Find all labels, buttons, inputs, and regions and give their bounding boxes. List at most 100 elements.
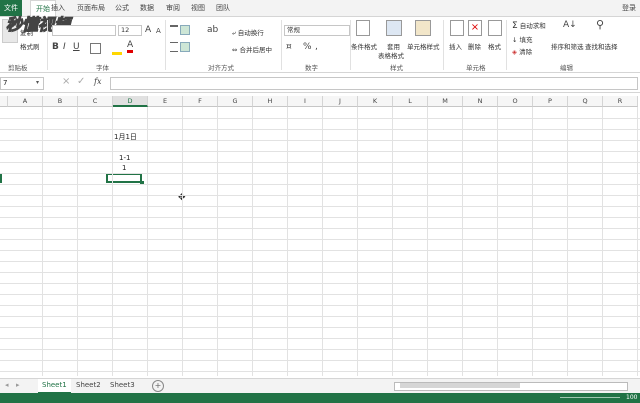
column-header-o[interactable]: O: [498, 96, 533, 107]
add-sheet-button[interactable]: +: [152, 380, 164, 392]
column-header-q[interactable]: Q: [568, 96, 603, 107]
select-all-corner[interactable]: [0, 96, 8, 107]
insert-cells-icon[interactable]: [450, 20, 464, 36]
enter-icon[interactable]: ✓: [77, 76, 85, 87]
sheet-tab-3[interactable]: Sheet3: [106, 379, 139, 392]
cell-d-text[interactable]: 1-1: [119, 154, 130, 162]
scrollbar-thumb[interactable]: [400, 383, 520, 388]
grid-hline: [0, 162, 640, 163]
sort-filter-button[interactable]: 排序和筛选: [551, 41, 584, 51]
grid-vline: [462, 107, 463, 376]
merge-center-button[interactable]: ⇔ 合并后居中: [232, 44, 272, 54]
grid-hline: [0, 338, 640, 339]
format-painter-button[interactable]: 格式刷: [20, 41, 40, 51]
grid-hline: [0, 305, 640, 306]
cancel-icon[interactable]: ×: [62, 76, 70, 87]
zoom-slider[interactable]: [560, 397, 620, 398]
conditional-format-icon[interactable]: [356, 20, 370, 36]
column-header-h[interactable]: H: [253, 96, 288, 107]
scroll-right-icon[interactable]: ▸: [16, 381, 20, 389]
number-format-select[interactable]: 常规: [284, 25, 350, 36]
italic-button[interactable]: I: [63, 42, 66, 52]
grid-hline: [0, 371, 640, 372]
column-header-e[interactable]: E: [148, 96, 183, 107]
wrap-text-label: 自动换行: [237, 29, 264, 37]
bold-button[interactable]: B: [52, 42, 59, 52]
column-header-p[interactable]: P: [533, 96, 568, 107]
autosum-label: 自动求和: [519, 22, 546, 30]
column-header-j[interactable]: J: [323, 96, 358, 107]
login-link[interactable]: 登录: [622, 0, 636, 16]
divider: [443, 20, 444, 70]
tab-team[interactable]: 团队: [216, 0, 230, 16]
zoom-level[interactable]: 100: [626, 393, 637, 403]
currency-icon[interactable]: ¤: [286, 42, 292, 52]
border-icon[interactable]: [90, 43, 101, 54]
fill-color-icon[interactable]: [112, 43, 122, 55]
fill-label: 填充: [519, 36, 533, 44]
insert-cells-button[interactable]: 插入: [449, 41, 462, 51]
namebox-dropdown-icon[interactable]: ▾: [36, 79, 39, 86]
column-header-n[interactable]: N: [463, 96, 498, 107]
grid-hline: [0, 327, 640, 328]
clipboard-group-label: 剪贴板: [8, 64, 28, 72]
delete-cells-button[interactable]: 删除: [468, 41, 481, 51]
worksheet-grid[interactable]: 1月1日 1-1 1 ✥ ABCDEFGHIJKLMNOPQR: [0, 96, 640, 376]
font-size-select[interactable]: 12: [118, 25, 142, 36]
column-header-k[interactable]: K: [358, 96, 393, 107]
scroll-left-icon[interactable]: ◂: [5, 381, 9, 389]
tab-view[interactable]: 视图: [191, 0, 205, 16]
grid-vline: [602, 107, 603, 376]
column-header-i[interactable]: I: [288, 96, 323, 107]
format-table-icon[interactable]: [386, 20, 402, 36]
grid-hline: [0, 294, 640, 295]
column-header-m[interactable]: M: [428, 96, 463, 107]
format-cells-icon[interactable]: [488, 20, 502, 36]
cell-styles-icon[interactable]: [415, 20, 431, 36]
clear-label: 清除: [519, 48, 533, 56]
sort-filter-icon[interactable]: A↓: [563, 20, 577, 30]
format-cells-button[interactable]: 格式: [488, 41, 501, 51]
tab-data[interactable]: 数据: [140, 0, 154, 16]
font-name-select[interactable]: [52, 25, 116, 36]
column-header-r[interactable]: R: [603, 96, 638, 107]
insert-function-icon[interactable]: fx: [94, 77, 101, 86]
grow-font-button[interactable]: A: [145, 25, 151, 35]
comma-button[interactable]: ,: [315, 42, 318, 52]
formula-input[interactable]: [110, 77, 638, 90]
grid-hline: [0, 151, 640, 152]
column-header-c[interactable]: C: [78, 96, 113, 107]
shrink-font-button[interactable]: A: [156, 26, 161, 36]
sheet-tab-2[interactable]: Sheet2: [72, 379, 105, 392]
tab-review[interactable]: 审阅: [166, 0, 180, 16]
tab-formulas[interactable]: 公式: [115, 0, 129, 16]
font-color-icon[interactable]: A: [127, 41, 134, 53]
sheet-tab-1[interactable]: Sheet1: [38, 379, 71, 394]
binoculars-icon[interactable]: ⚲: [596, 19, 604, 30]
column-header-a[interactable]: A: [8, 96, 43, 107]
clear-button[interactable]: ◈ 清除: [512, 46, 532, 56]
cell-styles-button[interactable]: 单元格样式: [407, 41, 440, 51]
ribbon: 复制 格式刷 秒懂视频 剪贴板 12 A A B I U A 字体 ab ⤶ 自…: [0, 15, 640, 73]
wrap-text-icon: ⤶: [232, 29, 236, 37]
find-select-button[interactable]: 查找和选择: [585, 41, 618, 51]
column-header-g[interactable]: G: [218, 96, 253, 107]
column-header-l[interactable]: L: [393, 96, 428, 107]
column-header-d[interactable]: D: [113, 96, 148, 107]
tab-page-layout[interactable]: 页面布局: [77, 0, 105, 16]
grid-hline: [0, 217, 640, 218]
fill-button[interactable]: ↓ 填充: [512, 34, 533, 44]
wrap-text-button[interactable]: ⤶ 自动换行: [232, 27, 264, 38]
align-top-icons[interactable]: [170, 25, 200, 35]
column-header-b[interactable]: B: [43, 96, 78, 107]
percent-button[interactable]: %: [303, 42, 312, 52]
align-center-icons[interactable]: [170, 42, 200, 52]
cell-d-value[interactable]: 1: [122, 164, 126, 172]
orientation-icon[interactable]: ab: [207, 25, 218, 35]
delete-cells-icon[interactable]: ×: [468, 20, 482, 36]
conditional-format-button[interactable]: 条件格式: [351, 41, 377, 51]
underline-button[interactable]: U: [73, 42, 80, 52]
ribbon-tab-bar: 文件 开始 插入 页面布局 公式 数据 审阅 视图 团队 登录: [0, 0, 640, 17]
autosum-button[interactable]: Σ 自动求和: [512, 20, 546, 31]
column-header-f[interactable]: F: [183, 96, 218, 107]
